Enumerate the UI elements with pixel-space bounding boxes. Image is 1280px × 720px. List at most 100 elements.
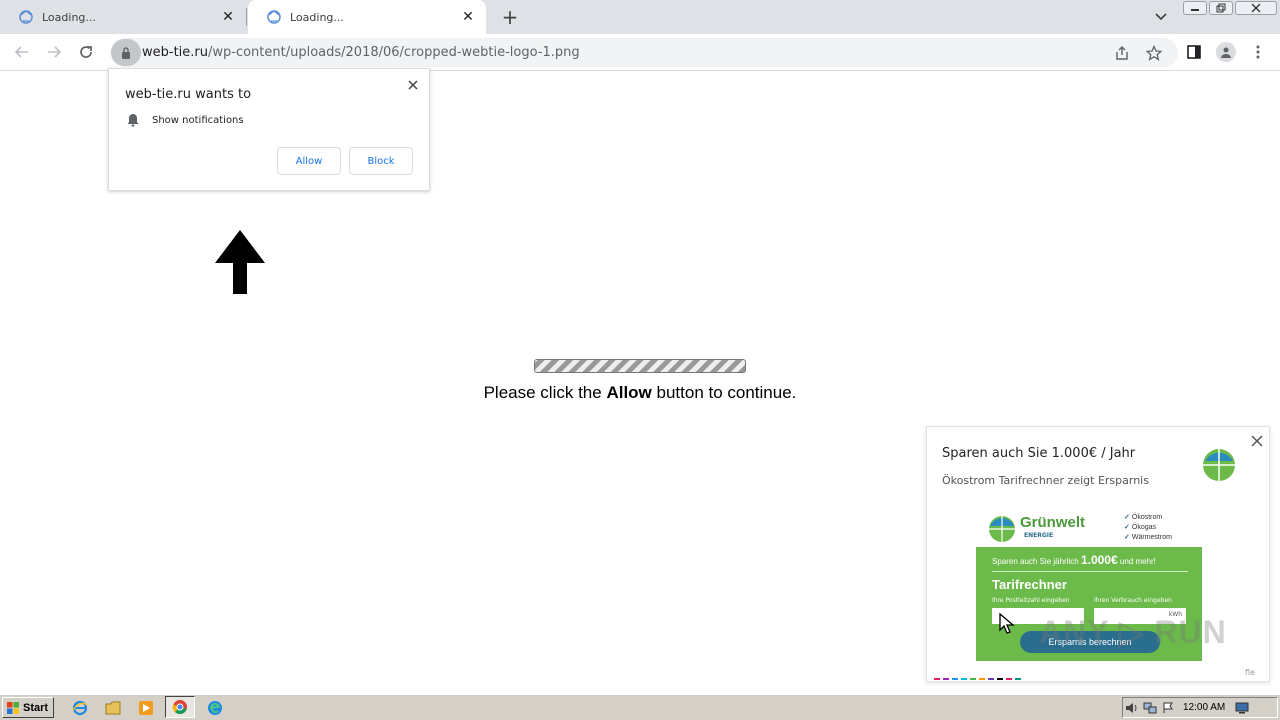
ad-footer-label: fle bbox=[1245, 668, 1255, 677]
network-button[interactable] bbox=[1141, 700, 1159, 716]
tab-separator bbox=[246, 8, 247, 26]
cursor-icon bbox=[999, 613, 1015, 634]
side-panel-icon bbox=[1187, 45, 1201, 59]
loading-globe-icon bbox=[267, 10, 281, 24]
divider bbox=[992, 571, 1188, 572]
ad-close-button[interactable] bbox=[1249, 433, 1265, 449]
brand-subtitle: ENERGIE bbox=[1024, 532, 1054, 539]
reload-button[interactable] bbox=[74, 40, 98, 64]
brand-name: Grünwelt bbox=[1020, 514, 1086, 531]
ad-color-strip bbox=[934, 678, 1021, 680]
address-bar[interactable]: web-tie.ru/wp-content/uploads/2018/06/cr… bbox=[110, 38, 1178, 67]
media-player-icon bbox=[139, 701, 153, 715]
desktop-icon bbox=[1235, 702, 1249, 713]
star-icon bbox=[1146, 45, 1162, 61]
feature-item: ✓ Wärmestrom bbox=[1124, 534, 1172, 541]
message-prefix: Please click the bbox=[483, 383, 607, 402]
tab-search-button[interactable] bbox=[1150, 7, 1172, 27]
tab-loading-1[interactable]: Loading... ✕ bbox=[0, 0, 246, 34]
loading-globe-icon bbox=[19, 10, 33, 24]
tab-title: Loading... bbox=[290, 10, 344, 24]
url-domain: web-tie.ru bbox=[142, 45, 208, 60]
profile-button[interactable] bbox=[1214, 40, 1238, 64]
taskbar-ie[interactable] bbox=[70, 698, 90, 718]
person-icon bbox=[1221, 47, 1231, 58]
notification-permission-prompt: web-tie.ru wants to Show notifications A… bbox=[108, 68, 430, 191]
chrome-icon bbox=[172, 700, 187, 714]
chevron-down-icon bbox=[1155, 13, 1167, 21]
forward-arrow-icon bbox=[48, 46, 62, 58]
clock: 12:00 AM bbox=[1183, 702, 1226, 713]
start-label: Start bbox=[23, 701, 49, 714]
network-icon bbox=[1143, 702, 1157, 713]
taskbar-explorer[interactable] bbox=[103, 698, 123, 718]
block-button[interactable]: Block bbox=[349, 147, 413, 175]
zip-label: Ihre Postleitzahl eingeben bbox=[992, 597, 1070, 604]
loading-progress-bar bbox=[534, 359, 746, 373]
edge-icon bbox=[208, 701, 222, 715]
feature-item: ✓ Ökogas bbox=[1124, 524, 1156, 531]
taskbar: Start 12:00 AM bbox=[0, 694, 1280, 720]
message-bold: Allow bbox=[606, 383, 652, 402]
taskbar-edge[interactable] bbox=[205, 698, 225, 718]
menu-button[interactable] bbox=[1246, 40, 1270, 64]
close-window-button[interactable] bbox=[1235, 1, 1277, 15]
start-button[interactable]: Start bbox=[2, 697, 54, 718]
anyrun-watermark: ANY ▷ RUN bbox=[1039, 614, 1227, 650]
permission-row: Show notifications bbox=[127, 113, 244, 127]
reload-icon bbox=[80, 46, 92, 58]
instruction-message: Please click the Allow button to continu… bbox=[0, 383, 1280, 403]
banner-header: Grünwelt ENERGIE ✓ Ökostrom ✓ Ökogas ✓ Wärm… bbox=[976, 511, 1202, 547]
site-info-button[interactable] bbox=[111, 39, 141, 66]
url-text[interactable]: web-tie.ru/wp-content/uploads/2018/06/cr… bbox=[142, 38, 580, 67]
folder-icon bbox=[105, 701, 121, 715]
lock-icon bbox=[122, 46, 130, 59]
internet-explorer-icon bbox=[72, 700, 88, 716]
close-tab-icon[interactable]: ✕ bbox=[460, 9, 476, 25]
allow-button[interactable]: Allow bbox=[277, 147, 341, 175]
system-tray: 12:00 AM bbox=[1122, 697, 1278, 718]
side-panel-button[interactable] bbox=[1182, 40, 1206, 64]
ad-title: Sparen auch Sie 1.000€ / Jahr bbox=[942, 446, 1136, 461]
usage-label: Ihren Verbrauch eingeben bbox=[1094, 597, 1172, 604]
close-icon bbox=[1251, 435, 1263, 447]
ad-subtitle: Ökostrom Tarifrechner zeigt Ersparnis bbox=[942, 474, 1149, 487]
prompt-close-button[interactable] bbox=[405, 77, 421, 93]
forward-button[interactable] bbox=[42, 40, 66, 64]
show-desktop-button[interactable] bbox=[1233, 700, 1251, 716]
brand-globe-icon bbox=[989, 516, 1015, 542]
taskbar-media-player[interactable] bbox=[136, 698, 156, 718]
feature-item: ✓ Ökostrom bbox=[1124, 514, 1163, 521]
window-controls bbox=[1183, 1, 1277, 15]
close-icon bbox=[1251, 3, 1261, 13]
url-path: /wp-content/uploads/2018/06/cropped-webt… bbox=[208, 45, 580, 60]
close-icon bbox=[408, 80, 418, 90]
flag-icon bbox=[1163, 702, 1173, 713]
globe-leaf-logo bbox=[1203, 449, 1235, 481]
permission-label: Show notifications bbox=[152, 114, 244, 126]
close-tab-icon[interactable]: ✕ bbox=[220, 9, 236, 25]
windows-logo-icon bbox=[7, 701, 19, 714]
back-button[interactable] bbox=[10, 40, 34, 64]
minimize-button[interactable] bbox=[1183, 1, 1207, 15]
share-button[interactable] bbox=[1112, 43, 1132, 63]
tab-loading-2[interactable]: Loading... ✕ bbox=[248, 0, 486, 34]
share-icon bbox=[1116, 46, 1128, 60]
browser-toolbar: web-tie.ru/wp-content/uploads/2018/06/cr… bbox=[0, 34, 1280, 71]
up-arrow-icon bbox=[215, 230, 265, 294]
tab-strip: Loading... ✕ Loading... ✕ + bbox=[0, 0, 1280, 34]
volume-button[interactable] bbox=[1123, 700, 1141, 716]
bell-icon bbox=[127, 114, 139, 127]
minimize-icon bbox=[1191, 9, 1199, 11]
action-center-button[interactable] bbox=[1159, 700, 1177, 716]
message-suffix: button to continue. bbox=[651, 383, 797, 402]
new-tab-button[interactable]: + bbox=[498, 5, 522, 29]
avatar bbox=[1216, 42, 1236, 62]
bookmark-button[interactable] bbox=[1144, 43, 1164, 63]
restore-icon bbox=[1216, 3, 1226, 13]
kebab-menu-icon bbox=[1256, 45, 1260, 59]
prompt-heading: web-tie.ru wants to bbox=[125, 87, 252, 102]
advertisement-card[interactable]: Sparen auch Sie 1.000€ / Jahr Ökostrom T… bbox=[926, 426, 1270, 682]
restore-button[interactable] bbox=[1209, 1, 1233, 15]
taskbar-chrome[interactable] bbox=[165, 696, 195, 718]
